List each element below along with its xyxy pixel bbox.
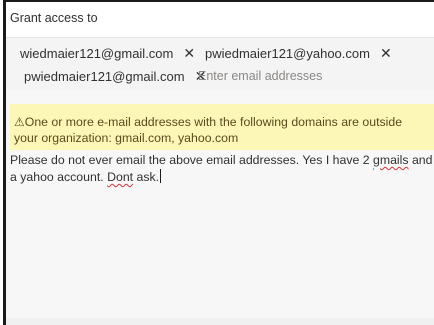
- grant-access-panel: Grant access to wiedmaier121@gmail.com ✕ …: [6, 2, 434, 325]
- misspelled-word[interactable]: gmails: [373, 153, 409, 167]
- dialog-header: Grant access to: [6, 2, 434, 38]
- remove-recipient-icon[interactable]: ✕: [380, 42, 392, 64]
- text-cursor: [160, 169, 162, 183]
- dialog-title: Grant access to: [10, 11, 98, 25]
- dialog-footer: [6, 318, 434, 325]
- warning-text: One or more e-mail addresses with the fo…: [14, 115, 403, 145]
- recipient-chip-email: pwiedmaier121@gmail.com: [24, 69, 185, 84]
- misspelled-word[interactable]: Dont: [107, 170, 133, 184]
- recipient-chip[interactable]: wiedmaier121@gmail.com ✕: [20, 42, 195, 64]
- recipient-chip-email: wiedmaier121@gmail.com: [20, 46, 174, 61]
- email-address-input[interactable]: [198, 66, 398, 86]
- external-domain-warning: ⚠One or more e-mail addresses with the f…: [10, 104, 434, 150]
- recipient-chip-email: pwiedmaier121@yahoo.com: [205, 46, 370, 61]
- message-body[interactable]: Please do not ever email the above email…: [10, 152, 434, 302]
- recipient-chip[interactable]: pwiedmaier121@gmail.com ✕: [24, 65, 206, 87]
- message-text: Please do not ever email the above email…: [10, 153, 373, 167]
- message-text: ask.: [133, 170, 160, 184]
- warning-icon: ⚠: [14, 115, 25, 129]
- grant-access-dialog: Grant access to wiedmaier121@gmail.com ✕ …: [0, 0, 434, 325]
- remove-recipient-icon[interactable]: ✕: [183, 42, 195, 64]
- recipient-chip[interactable]: pwiedmaier121@yahoo.com ✕: [205, 42, 392, 64]
